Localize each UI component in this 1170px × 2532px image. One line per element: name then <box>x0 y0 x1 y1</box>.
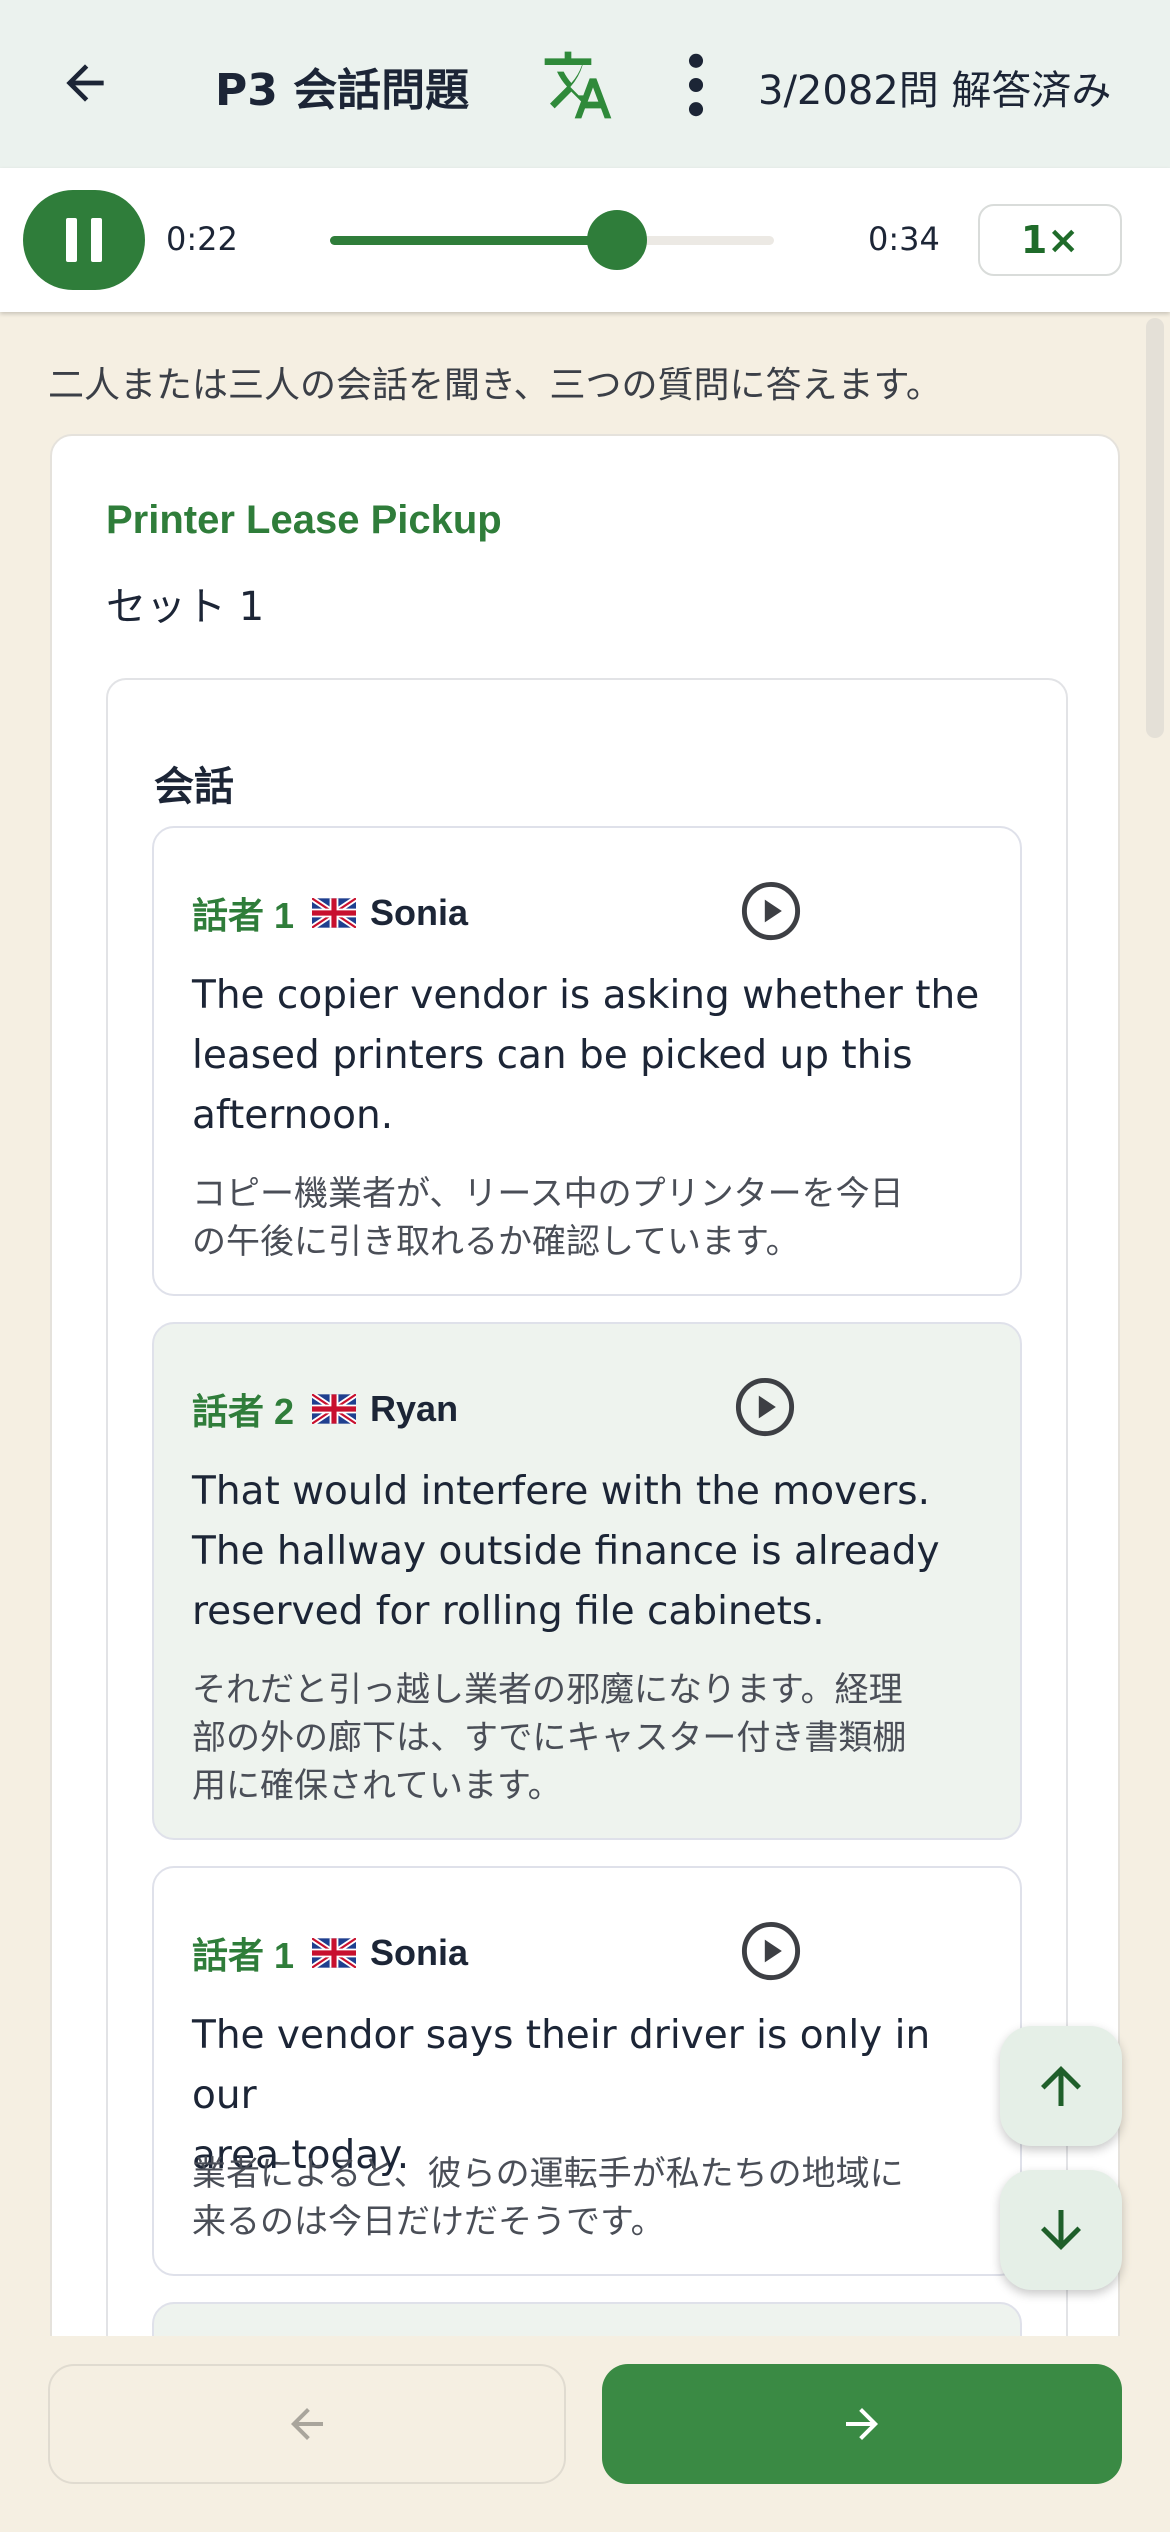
speaker-name: Sonia <box>370 1932 469 1973</box>
english-text: The copier vendor is asking whether the … <box>192 966 992 1146</box>
more-vertical-icon <box>688 53 704 117</box>
speaker-name: Sonia <box>370 892 469 933</box>
answered-progress: 3/2082問 解答済み <box>758 68 1112 114</box>
english-line: afternoon. <box>192 1093 394 1138</box>
japanese-line: 用に確保されています。 <box>192 1766 562 1806</box>
english-line: leased printers can be picked up this <box>192 1033 913 1078</box>
question-card: Printer Lease Pickup セット 1 会話 話者 1 Sonia <box>50 434 1120 2336</box>
speaker-id: 話者 1 <box>192 1935 295 1976</box>
speaker-row: 話者 2 Ryan <box>192 1386 458 1432</box>
current-time: 0:22 <box>166 220 238 258</box>
arrow-left-icon <box>66 64 104 102</box>
pause-button[interactable] <box>23 190 145 290</box>
arrow-up-icon <box>1041 2066 1081 2106</box>
utterance-card: 話者 1 Sonia The vendor says their driver … <box>152 1866 1022 2276</box>
pause-icon <box>66 218 102 262</box>
audio-player: 0:22 0:34 1× <box>0 168 1170 312</box>
japanese-line: の午後に引き取れるか確認しています。 <box>192 1222 800 1262</box>
speaker-name: Ryan <box>370 1388 459 1429</box>
speaker-id: 話者 2 <box>192 1391 295 1432</box>
translate-button[interactable] <box>538 48 618 122</box>
english-line: That would interfere with the movers. <box>192 1469 930 1514</box>
scrollbar-thumb[interactable] <box>1146 318 1164 738</box>
japanese-translation: コピー機業者が、リース中のプリンターを今日 の午後に引き取れるか確認しています。 <box>192 1170 992 1266</box>
play-circle-icon[interactable] <box>740 880 802 942</box>
arrow-right-icon <box>846 2408 878 2440</box>
app-header: P3 会話問題 3/2082問 解答済み <box>0 0 1170 168</box>
play-circle-icon[interactable] <box>734 1376 796 1438</box>
utterance-card <box>152 2302 1022 2336</box>
speaker-row: 話者 1 Sonia <box>192 1930 468 1976</box>
seek-progress <box>330 236 618 245</box>
japanese-translation: 業者によると、彼らの運転手が私たちの地域に 来るのは今日だけだそうです。 <box>192 2150 992 2246</box>
speaker-id: 話者 1 <box>192 895 295 936</box>
scroll-up-button[interactable] <box>1000 2026 1122 2146</box>
english-text: That would interfere with the movers. Th… <box>192 1462 992 1642</box>
back-button[interactable] <box>52 50 118 116</box>
conversation-heading: 会話 <box>154 764 234 810</box>
instruction-text: 二人または三人の会話を聞き、三つの質問に答えます。 <box>48 365 942 406</box>
english-line: reserved for rolling file cabinets. <box>192 1589 825 1634</box>
uk-flag-icon <box>312 1938 357 1968</box>
page-title: P3 会話問題 <box>215 65 470 116</box>
conversation-box: 会話 話者 1 Sonia The copier vendor is askin… <box>106 678 1068 2336</box>
uk-flag-icon <box>312 1394 357 1424</box>
japanese-line: コピー機業者が、リース中のプリンターを今日 <box>192 1174 904 1214</box>
arrow-down-icon <box>1041 2210 1081 2250</box>
seek-slider[interactable] <box>330 210 774 270</box>
japanese-translation: それだと引っ越し業者の邪魔になります。経理 部の外の廊下は、すでにキャスター付き… <box>192 1666 992 1810</box>
scroll-down-button[interactable] <box>1000 2170 1122 2290</box>
utterance-card: 話者 2 Ryan That would interfere with the … <box>152 1322 1022 1840</box>
play-circle-icon[interactable] <box>740 1920 802 1982</box>
more-options-button[interactable] <box>676 52 716 118</box>
english-line: The hallway outside finance is already <box>192 1529 940 1574</box>
previous-button[interactable] <box>48 2364 566 2484</box>
japanese-line: 業者によると、彼らの運転手が私たちの地域に <box>192 2154 904 2194</box>
seek-thumb[interactable] <box>587 210 648 270</box>
bottom-navigation <box>0 2336 1170 2532</box>
japanese-line: 部の外の廊下は、すでにキャスター付き書類棚 <box>192 1718 907 1758</box>
arrow-left-icon <box>291 2408 323 2440</box>
translate-icon <box>544 51 612 119</box>
speaker-row: 話者 1 Sonia <box>192 890 468 936</box>
japanese-line: 来るのは今日だけだそうです。 <box>192 2202 665 2242</box>
english-line: The copier vendor is asking whether the <box>192 973 980 1018</box>
total-time: 0:34 <box>868 220 940 258</box>
uk-flag-icon <box>312 898 357 928</box>
utterance-card: 話者 1 Sonia The copier vendor is asking w… <box>152 826 1022 1296</box>
scroll-content[interactable]: 二人または三人の会話を聞き、三つの質問に答えます。 Printer Lease … <box>0 312 1170 2336</box>
english-line: The vendor says their driver is only in … <box>192 2013 931 2118</box>
playback-speed-button[interactable]: 1× <box>978 204 1122 276</box>
japanese-line: それだと引っ越し業者の邪魔になります。経理 <box>192 1670 903 1710</box>
set-label: セット 1 <box>106 584 265 630</box>
conversation-title: Printer Lease Pickup <box>106 498 502 542</box>
next-button[interactable] <box>602 2364 1122 2484</box>
